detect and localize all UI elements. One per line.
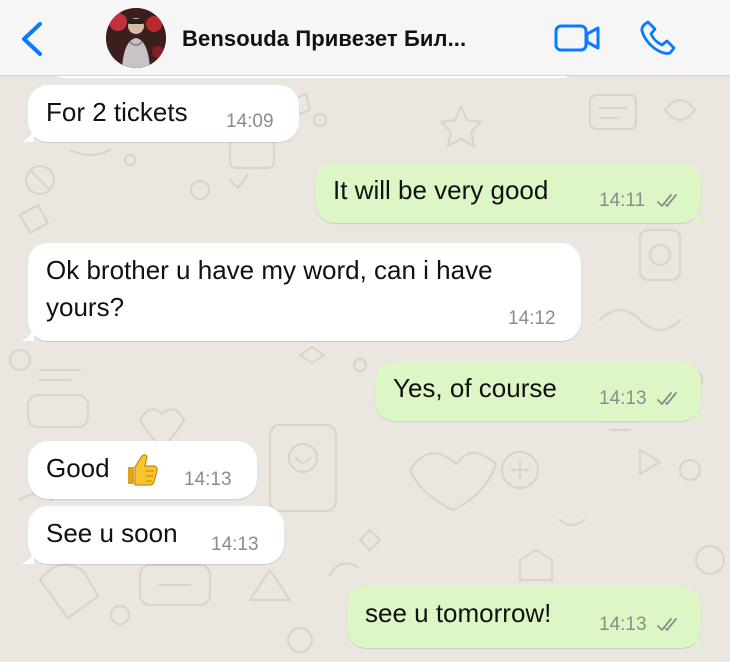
message-text: see u tomorrow! [365, 598, 552, 628]
double-check-icon [657, 392, 677, 405]
bubble-tail [695, 407, 709, 421]
bubble-tail [695, 209, 709, 223]
message-bubble-incoming[interactable]: Good 14:13 [28, 441, 257, 499]
double-check-icon [657, 618, 677, 631]
phone-icon[interactable] [638, 18, 678, 58]
message-bubble-outgoing[interactable]: Yes, of course 14:13 [375, 361, 709, 421]
contact-photo [106, 8, 166, 68]
message-text: Yes, of course [393, 373, 557, 403]
double-check-icon [657, 194, 677, 207]
message-text: See u soon [46, 518, 178, 548]
bubble-tail [20, 550, 34, 564]
message-time: 14:13 [599, 614, 647, 635]
message-bubble-outgoing[interactable]: see u tomorrow! 14:13 [347, 586, 709, 648]
bubble-tail [695, 634, 709, 648]
message-time: 14:12 [508, 308, 556, 329]
message-time: 14:13 [599, 388, 647, 409]
bubble-tail [20, 327, 34, 341]
chat-header: Bensouda Привезет Бил... [0, 0, 730, 76]
chevron-left-icon[interactable] [16, 20, 50, 58]
message-time: 14:13 [211, 534, 259, 555]
message-text-line-1: Ok brother u have my word, can i have [46, 255, 493, 285]
message-text: For 2 tickets [46, 97, 188, 127]
message-bubble-incoming[interactable]: Ok brother u have my word, can i have yo… [20, 243, 581, 341]
message-text: It will be very good [333, 175, 549, 205]
message-text-line-2: yours? [46, 292, 125, 322]
message-bubble-outgoing[interactable]: It will be very good 14:11 [315, 163, 709, 223]
thumbs-up-icon [128, 454, 158, 486]
contact-name[interactable]: Bensouda Привезет Бил... [182, 26, 532, 52]
bubble-tail [20, 128, 34, 142]
message-bubble-incoming[interactable]: See u soon 14:13 [20, 506, 284, 564]
message-time: 14:11 [599, 190, 646, 211]
message-time: 14:09 [226, 111, 274, 132]
message-bubble-incoming[interactable]: For 2 tickets 14:09 [20, 85, 299, 142]
message-text: Good [46, 453, 110, 483]
message-time: 14:13 [184, 469, 232, 490]
video-camera-icon[interactable] [553, 22, 601, 54]
avatar[interactable] [106, 8, 166, 68]
